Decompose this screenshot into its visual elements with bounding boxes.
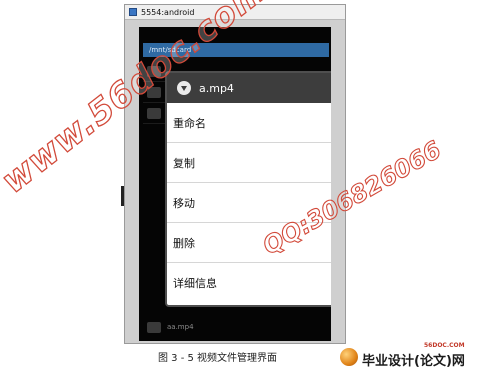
brand-logo: 56DOC.COM 毕业设计(论文)网	[340, 342, 495, 370]
emulator-app-icon	[129, 8, 137, 16]
menu-item-rename[interactable]: 重命名	[167, 103, 331, 143]
list-item[interactable]: aa.mp4	[147, 319, 323, 335]
brand-text: 毕业设计(论文)网	[362, 354, 465, 369]
figure-caption: 图 3 - 5 视频文件管理界面	[158, 353, 278, 364]
brand-ball-icon	[340, 348, 358, 366]
dialog-header: a.mp4	[167, 73, 331, 103]
video-file-icon	[177, 81, 191, 95]
context-menu-dialog: a.mp4 重命名 复制 移动 删除 详细信息	[165, 71, 331, 307]
menu-item-details[interactable]: 详细信息	[167, 263, 331, 303]
divider	[121, 186, 124, 206]
brand-url: 56DOC.COM	[424, 342, 465, 349]
folder-icon	[147, 107, 161, 119]
file-icon	[147, 321, 161, 333]
file-name: aa.mp4	[167, 323, 194, 331]
dialog-title: a.mp4	[199, 81, 234, 95]
menu-item-copy[interactable]: 复制	[167, 143, 331, 183]
emulator-title: 5554:android	[141, 7, 195, 17]
